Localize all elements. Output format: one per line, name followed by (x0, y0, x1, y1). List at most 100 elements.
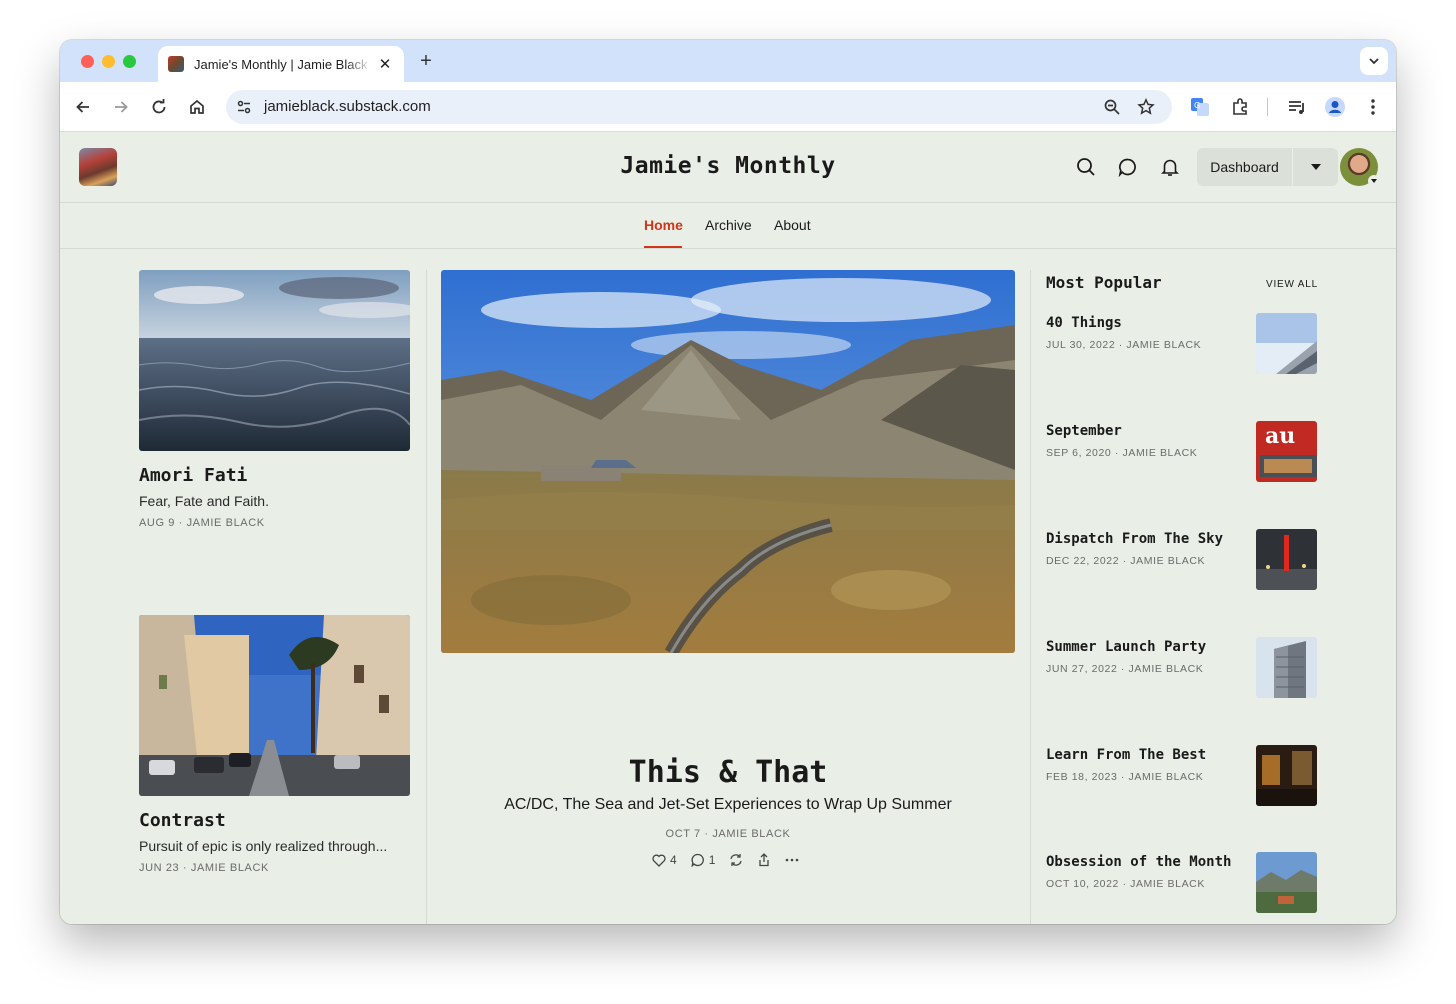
extensions-button[interactable] (1228, 95, 1252, 119)
post-actions: 4 1 (652, 853, 799, 867)
back-button[interactable] (71, 95, 95, 119)
home-icon (190, 99, 204, 114)
popular-post-title[interactable]: Obsession of the Month (1046, 854, 1231, 870)
dashboard-button[interactable]: Dashboard (1197, 148, 1292, 186)
comment-count: 1 (708, 853, 716, 867)
share-button[interactable] (757, 853, 771, 867)
featured-post-image[interactable] (441, 270, 1015, 653)
tab-favicon-icon (168, 56, 184, 72)
toolbar-divider (1267, 98, 1268, 116)
popular-post-title[interactable]: Summer Launch Party (1046, 639, 1206, 655)
featured-post-meta: OCT 7 · JAMIE BLACK (665, 828, 791, 840)
popular-post-title[interactable]: Learn From The Best (1046, 747, 1206, 763)
avatar-caret-icon (1368, 175, 1380, 187)
popular-post-meta: SEP 6, 2020 · JAMIE BLACK (1046, 447, 1198, 459)
popular-post-thumbnail[interactable] (1256, 852, 1317, 913)
search-button[interactable] (1074, 155, 1098, 179)
column-divider (426, 270, 427, 924)
popular-post-title[interactable]: 40 Things (1046, 315, 1122, 331)
notifications-button[interactable] (1158, 155, 1182, 179)
nav-archive[interactable]: Archive (705, 217, 752, 233)
reload-button[interactable] (147, 95, 171, 119)
post-subtitle: Fear, Fate and Faith. (139, 493, 269, 509)
site-settings-button[interactable] (232, 95, 256, 119)
featured-post-title[interactable]: This & That (441, 755, 1015, 790)
zoom-icon (1104, 99, 1120, 115)
comment-button[interactable]: 1 (691, 853, 716, 867)
popular-post-thumbnail[interactable] (1256, 313, 1317, 374)
new-tab-button[interactable]: + (415, 50, 437, 73)
forward-icon (115, 101, 128, 113)
page-content: Jamie's Monthly Dashboard Home Archive A… (60, 133, 1396, 924)
post-title[interactable]: Contrast (139, 810, 226, 831)
reload-icon (152, 99, 166, 114)
popular-post-thumbnail[interactable] (1256, 637, 1317, 698)
bookmark-star-icon (1137, 98, 1155, 115)
reading-list-icon (1289, 101, 1304, 114)
chat-button[interactable] (1116, 155, 1140, 179)
featured-post-subtitle: AC/DC, The Sea and Jet-Set Experiences t… (504, 796, 952, 813)
view-all-link[interactable]: VIEW ALL (1266, 279, 1318, 290)
url-text: jamieblack.substack.com (264, 98, 431, 115)
popular-post-thumbnail[interactable] (1256, 529, 1317, 590)
svg-text:G: G (1194, 101, 1200, 110)
popular-post-meta: DEC 22, 2022 · JAMIE BLACK (1046, 555, 1206, 567)
site-settings-icon (237, 100, 251, 114)
browser-tab[interactable]: Jamie's Monthly | Jamie Black ✕ (158, 46, 404, 82)
back-icon (76, 101, 89, 113)
popular-post-thumbnail[interactable]: au (1256, 421, 1317, 482)
translate-icon: G (1191, 98, 1209, 116)
comment-icon (691, 853, 704, 867)
browser-toolbar: jamieblack.substack.com G (60, 82, 1396, 132)
nav-about[interactable]: About (774, 217, 811, 233)
post-subtitle: Pursuit of epic is only realized through… (139, 838, 388, 854)
popular-post-meta: JUL 30, 2022 · JAMIE BLACK (1046, 339, 1202, 351)
heart-icon (652, 854, 666, 867)
kebab-menu-icon (1371, 99, 1375, 115)
like-count: 4 (670, 853, 677, 867)
search-icon (1077, 158, 1095, 176)
translate-button[interactable]: G (1188, 95, 1212, 119)
most-popular-heading: Most Popular (1046, 273, 1162, 292)
bookmark-button[interactable] (1134, 95, 1158, 119)
browser-menu-button[interactable] (1361, 95, 1385, 119)
maximize-window-button[interactable] (123, 55, 136, 68)
publication-nav: Home Archive About (60, 203, 1396, 249)
like-button[interactable]: 4 (652, 853, 677, 867)
popular-post-meta: JUN 27, 2022 · JAMIE BLACK (1046, 663, 1204, 675)
tab-title: Jamie's Monthly | Jamie Black (194, 56, 368, 72)
close-window-button[interactable] (81, 55, 94, 68)
restack-icon (730, 854, 743, 866)
publication-title[interactable]: Jamie's Monthly (60, 153, 1396, 179)
post-image-amori-fati[interactable] (139, 270, 410, 451)
reading-list-button[interactable] (1285, 95, 1309, 119)
profile-icon (1325, 97, 1345, 117)
tab-strip: Jamie's Monthly | Jamie Black ✕ + (60, 40, 1396, 82)
zoom-button[interactable] (1100, 95, 1124, 119)
home-button[interactable] (185, 95, 209, 119)
dashboard-dropdown-button[interactable] (1292, 148, 1338, 186)
extensions-icon (1233, 98, 1247, 115)
share-icon (759, 853, 770, 867)
popular-post-meta: FEB 18, 2023 · JAMIE BLACK (1046, 771, 1204, 783)
nav-home[interactable]: Home (644, 217, 683, 233)
chevron-down-icon (1369, 58, 1379, 65)
popular-post-thumbnail[interactable] (1256, 745, 1317, 806)
svg-text:au: au (1265, 423, 1295, 449)
popular-post-title[interactable]: Dispatch From The Sky (1046, 531, 1223, 547)
forward-button[interactable] (109, 95, 133, 119)
profile-button[interactable] (1323, 95, 1347, 119)
address-bar[interactable]: jamieblack.substack.com (226, 90, 1172, 124)
popular-post-title[interactable]: September (1046, 423, 1122, 439)
restack-button[interactable] (729, 853, 743, 867)
bell-icon (1161, 159, 1179, 176)
chat-icon (1118, 158, 1136, 177)
more-button[interactable] (785, 858, 799, 862)
tab-search-button[interactable] (1360, 47, 1388, 75)
tab-close-icon[interactable]: ✕ (376, 55, 394, 73)
minimize-window-button[interactable] (102, 55, 115, 68)
post-title[interactable]: Amori Fati (139, 465, 247, 486)
post-image-contrast[interactable] (139, 615, 410, 796)
popular-post-meta: OCT 10, 2022 · JAMIE BLACK (1046, 878, 1205, 890)
post-meta: AUG 9 · JAMIE BLACK (139, 517, 265, 529)
